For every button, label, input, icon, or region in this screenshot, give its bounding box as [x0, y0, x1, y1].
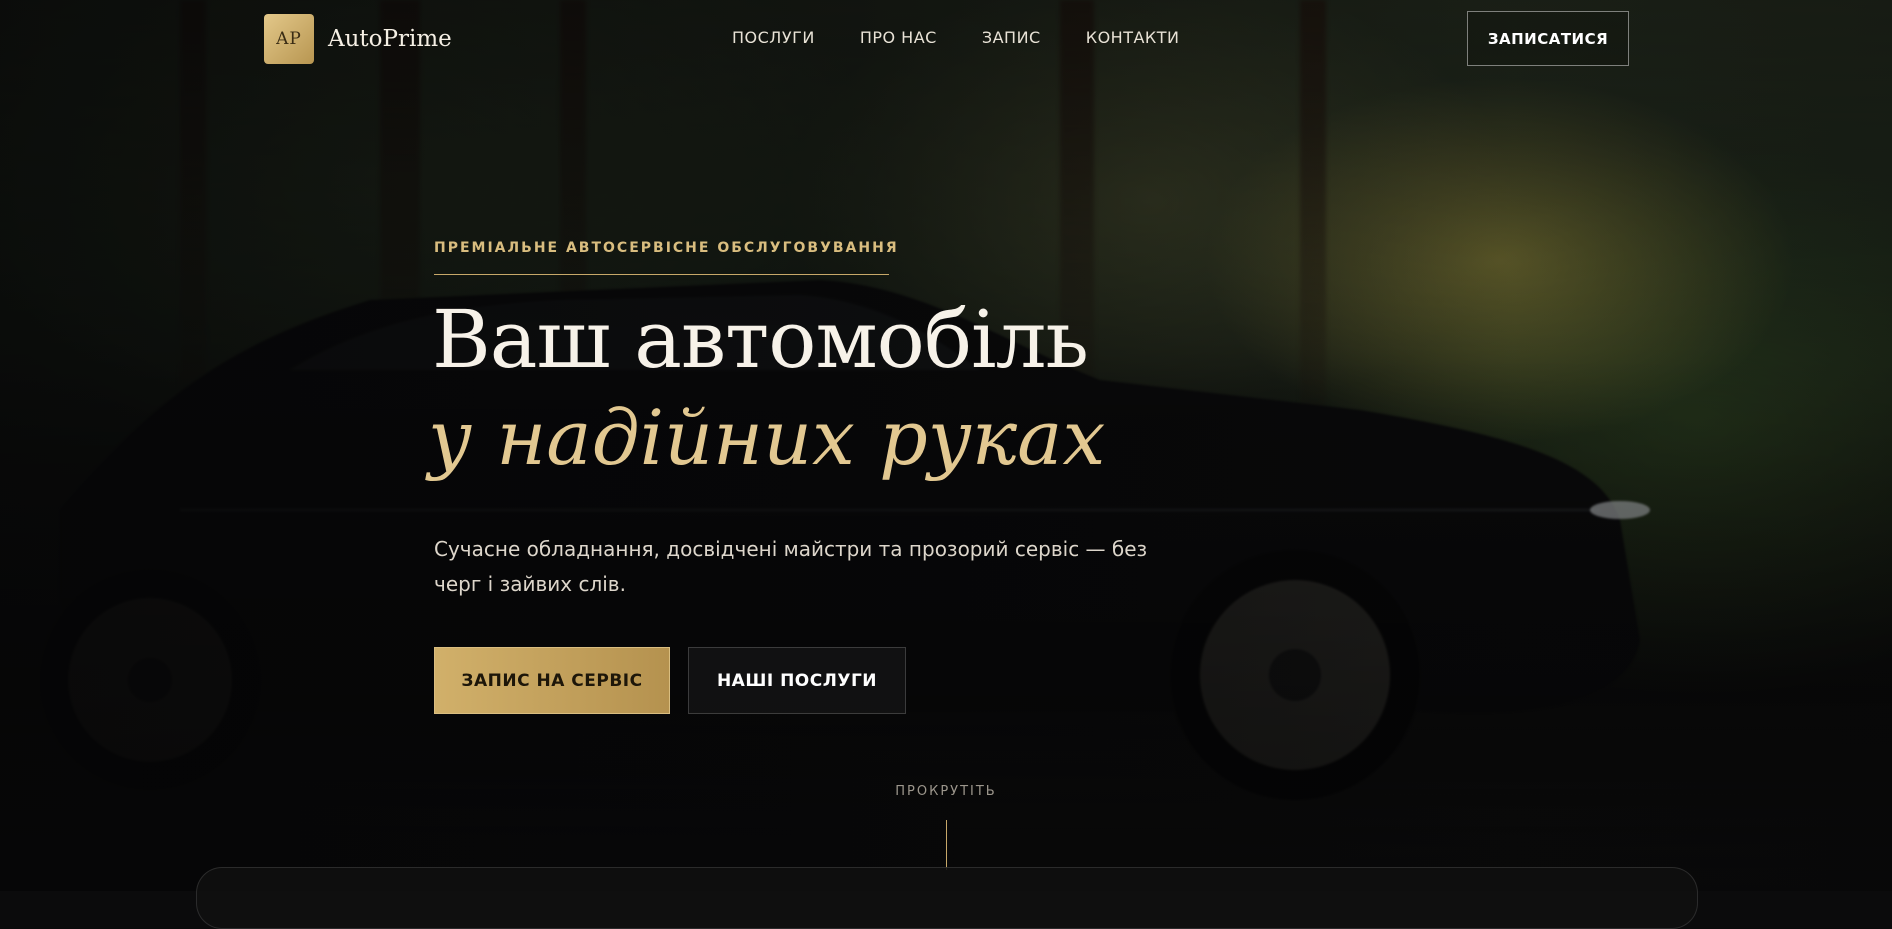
eyebrow-divider — [434, 274, 889, 275]
hero-title-line1: Ваш автомобіль — [432, 293, 1089, 386]
scroll-hint[interactable]: ПРОКРУТІТЬ — [0, 784, 1892, 799]
nav-item-contacts[interactable]: КОНТАКТИ — [1086, 28, 1180, 47]
hero-eyebrow: ПРЕМІАЛЬНЕ АВТОСЕРВІСНЕ ОБСЛУГОВУВАННЯ — [434, 240, 899, 256]
brand-logo[interactable]: AP AutoPrime — [264, 14, 452, 64]
book-service-button[interactable]: ЗАПИС НА СЕРВІС — [434, 647, 670, 714]
our-services-button[interactable]: НАШІ ПОСЛУГИ — [688, 647, 906, 714]
scroll-indicator-line — [946, 820, 947, 870]
brand-name: AutoPrime — [328, 26, 452, 52]
main-nav: ПОСЛУГИ ПРО НАС ЗАПИС КОНТАКТИ — [732, 28, 1180, 47]
logo-badge: AP — [264, 14, 314, 64]
site-header: AP AutoPrime ПОСЛУГИ ПРО НАС ЗАПИС КОНТА… — [0, 0, 1892, 78]
nav-item-booking[interactable]: ЗАПИС — [982, 28, 1041, 47]
signup-button[interactable]: ЗАПИСАТИСЯ — [1467, 11, 1629, 66]
stats-panel — [196, 867, 1698, 929]
hero-title-line2: у надійних руках — [428, 393, 1106, 482]
hero-subtitle: Сучасне обладнання, досвідчені майстри т… — [434, 537, 1148, 596]
nav-item-services[interactable]: ПОСЛУГИ — [732, 28, 815, 47]
nav-item-about[interactable]: ПРО НАС — [860, 28, 937, 47]
